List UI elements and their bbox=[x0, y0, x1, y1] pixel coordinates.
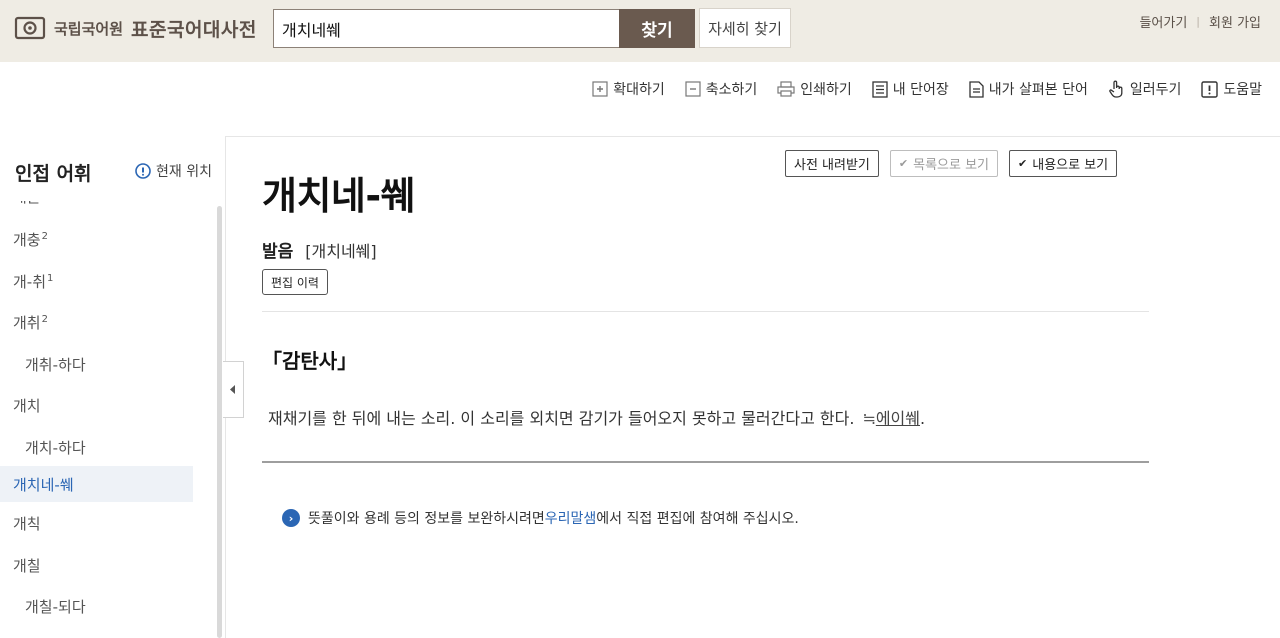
adjacent-words-title: 인접 어휘 bbox=[15, 163, 92, 185]
content-view-button[interactable]: ✔ 내용으로 보기 bbox=[1009, 150, 1118, 177]
auth-separator: | bbox=[1196, 15, 1201, 28]
help-label: 도움말 bbox=[1223, 82, 1262, 98]
part-of-speech: 「감탄사」 bbox=[262, 349, 358, 373]
definition-period: . bbox=[920, 409, 926, 428]
definition: 재채기를 한 뒤에 내는 소리. 이 소리를 외치면 감기가 들어오지 못하고 … bbox=[268, 405, 925, 429]
login-link[interactable]: 들어가기 bbox=[1139, 12, 1187, 31]
pronunciation-value: [개치네쒜] bbox=[305, 242, 377, 261]
content-top-divider bbox=[225, 136, 1280, 137]
section-divider bbox=[262, 311, 1149, 312]
detail-search-button[interactable]: 자세히 찾기 bbox=[699, 8, 791, 48]
logo-icon bbox=[14, 15, 46, 41]
list-view-button[interactable]: ✔ 목록으로 보기 bbox=[889, 150, 999, 177]
list-item[interactable]: 개취 2 bbox=[0, 304, 193, 340]
current-position-label: 현재 위치 bbox=[156, 164, 212, 180]
sidebar-scrollbar[interactable] bbox=[217, 206, 222, 638]
site-logo[interactable]: 국립국어원 표준국어대사전 bbox=[14, 12, 257, 44]
notify-button[interactable]: 일러두기 bbox=[1108, 79, 1182, 99]
check-icon: ✔ bbox=[1018, 157, 1028, 170]
list-item-active[interactable]: 개치네-쒜 bbox=[0, 466, 193, 502]
print-label: 인쇄하기 bbox=[800, 82, 852, 98]
list-item[interactable]: 개칠 bbox=[0, 547, 193, 583]
location-icon bbox=[135, 163, 151, 179]
print-button[interactable]: 인쇄하기 bbox=[777, 79, 852, 99]
synonym-link[interactable]: 에이쒜 bbox=[876, 405, 920, 429]
list-item[interactable]: 개치-하다 bbox=[0, 429, 193, 465]
pronunciation: 발음 [개치네쒜] bbox=[262, 237, 377, 262]
logo-dictionary-name: 표준국어대사전 bbox=[131, 18, 257, 41]
notify-label: 일러두기 bbox=[1129, 82, 1182, 98]
list-item[interactable]: 개충 2 bbox=[0, 221, 193, 257]
help-button[interactable]: 도움말 bbox=[1201, 79, 1262, 99]
definition-text: 재채기를 한 뒤에 내는 소리. 이 소리를 외치면 감기가 들어오지 못하고 … bbox=[268, 409, 855, 428]
tool-bar: 확대하기 축소하기 인쇄하기 내 단어장 내가 살펴본 단어 일러두기 도움말 bbox=[572, 79, 1262, 99]
search-button[interactable]: 찾기 bbox=[619, 9, 695, 48]
list-item[interactable]: 개치 bbox=[0, 387, 193, 423]
zoom-in-button[interactable]: 확대하기 bbox=[592, 79, 665, 99]
plus-box-icon bbox=[592, 81, 608, 97]
current-position-button[interactable]: 현재 위치 bbox=[135, 161, 212, 181]
search-input[interactable]: 개치네쒜 bbox=[273, 9, 619, 48]
edit-history-button[interactable]: 편집 이력 bbox=[262, 269, 328, 295]
zoom-out-label: 축소하기 bbox=[705, 82, 758, 98]
view-buttons: 사전 내려받기 ✔ 목록으로 보기 ✔ 내용으로 보기 bbox=[785, 150, 1128, 177]
adjacent-words-list[interactable]: 개춘 개충2 개-취1 개취2 개취-하다 개치 개치-하다 개치네-쒜 개칙 … bbox=[0, 201, 215, 638]
check-icon: ✔ bbox=[898, 157, 909, 170]
signup-link[interactable]: 회원 가입 bbox=[1209, 12, 1261, 31]
minus-box-icon bbox=[685, 81, 701, 97]
chevron-left-icon bbox=[230, 385, 235, 394]
viewed-words-button[interactable]: 내가 살펴본 단어 bbox=[969, 79, 1088, 99]
document-icon bbox=[969, 80, 984, 98]
logo-org-name: 국립국어원 bbox=[54, 19, 124, 38]
synonym-symbol: ≒ bbox=[862, 409, 876, 428]
zoom-out-button[interactable]: 축소하기 bbox=[685, 79, 758, 99]
pronunciation-label: 발음 bbox=[262, 242, 294, 262]
my-words-button[interactable]: 내 단어장 bbox=[872, 79, 949, 99]
printer-icon bbox=[777, 81, 795, 97]
edit-notice: › 뜻풀이와 용례 등의 정보를 보완하시려면 우리말샘 에서 직접 편집에 참… bbox=[282, 508, 799, 528]
list-item[interactable]: 개-취 1 bbox=[0, 263, 193, 299]
list-item[interactable]: 개취-하다 bbox=[0, 346, 193, 382]
site-header: 국립국어원 표준국어대사전 개치네쒜 찾기 자세히 찾기 들어가기 | 회원 가… bbox=[0, 0, 1280, 62]
urimalsaem-link[interactable]: 우리말샘 bbox=[545, 508, 597, 528]
notice-text-pre: 뜻풀이와 용례 등의 정보를 보완하시려면 bbox=[308, 511, 545, 527]
hand-pointer-icon bbox=[1109, 80, 1123, 98]
download-dictionary-button[interactable]: 사전 내려받기 bbox=[785, 150, 879, 177]
viewed-words-label: 내가 살펴본 단어 bbox=[988, 82, 1088, 98]
zoom-in-label: 확대하기 bbox=[613, 82, 665, 98]
list-item[interactable]: 개칙 bbox=[0, 505, 193, 541]
notice-text-post: 에서 직접 편집에 참여해 주십시오. bbox=[596, 511, 799, 527]
adjacent-words-panel: 인접 어휘 현재 위치 개춘 개충2 개-취1 개취2 개취-하다 개치 개치-… bbox=[0, 137, 225, 638]
auth-links: 들어가기 | 회원 가입 bbox=[1139, 12, 1261, 31]
exclamation-box-icon bbox=[1201, 80, 1219, 98]
chevron-right-circle-icon: › bbox=[282, 509, 300, 527]
list-item[interactable]: 개춘 bbox=[0, 201, 193, 207]
content-bottom-divider bbox=[262, 461, 1149, 463]
list-box-icon bbox=[872, 80, 888, 98]
list-item[interactable]: 개칠-되다 bbox=[0, 588, 193, 624]
entry-headword: 개치네-쒜 bbox=[262, 174, 416, 218]
my-words-label: 내 단어장 bbox=[892, 82, 949, 98]
collapse-sidebar-button[interactable] bbox=[223, 361, 244, 418]
